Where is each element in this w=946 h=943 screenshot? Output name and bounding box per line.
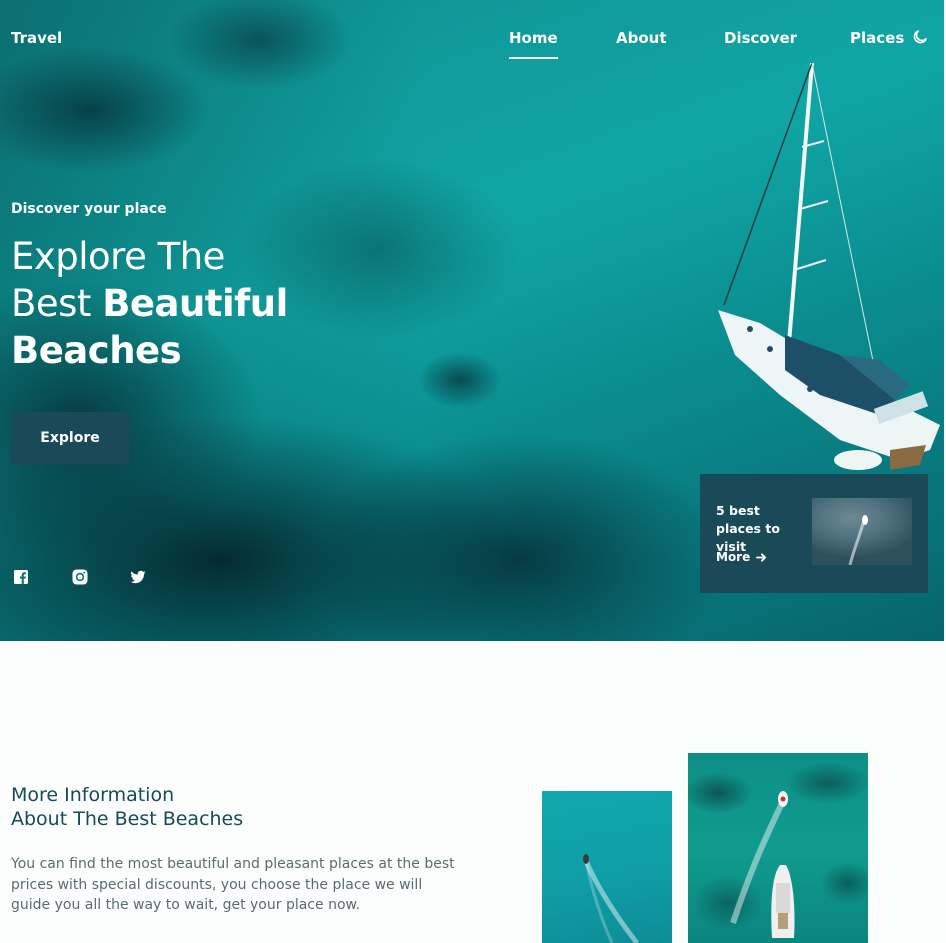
hero-headline: Explore The Best Beautiful Beaches	[11, 233, 288, 374]
card-title: 5 best places to visit	[716, 503, 780, 554]
card-more-link[interactable]: More	[716, 550, 767, 564]
nav-discover[interactable]: Discover	[724, 29, 797, 47]
headline-line2-regular: Best	[11, 282, 103, 325]
info-title: More Information About The Best Beaches	[11, 783, 243, 831]
card-more-label: More	[716, 550, 751, 564]
moon-icon[interactable]	[911, 28, 929, 46]
info-title-line2: About The Best Beaches	[11, 808, 244, 830]
hero-section: Travel Home About Discover Places Discov…	[0, 0, 944, 641]
card-thumbnail	[812, 498, 912, 565]
twitter-icon[interactable]	[130, 569, 146, 585]
explore-button[interactable]: Explore	[11, 412, 129, 464]
headline-line2-bold: Beautiful	[102, 282, 288, 325]
hero-subtitle: Discover your place	[11, 201, 167, 217]
places-card[interactable]: 5 best places to visit More	[700, 474, 928, 593]
facebook-icon[interactable]	[13, 569, 29, 585]
info-description: You can find the most beautiful and plea…	[11, 856, 455, 913]
nav-places[interactable]: Places	[850, 29, 904, 47]
beach-photo-1	[542, 791, 672, 943]
beach-photo-2	[688, 753, 868, 943]
headline-line1: Explore The	[11, 235, 225, 278]
arrow-right-icon	[756, 552, 767, 562]
nav-about[interactable]: About	[616, 29, 667, 47]
main-nav: Home About Discover Places	[0, 29, 944, 63]
info-title-line1: More Information	[11, 784, 175, 806]
sailboat-image	[718, 62, 940, 470]
headline-line3-bold: Beaches	[11, 329, 182, 372]
nav-home[interactable]: Home	[509, 29, 558, 59]
instagram-icon[interactable]	[72, 569, 88, 585]
